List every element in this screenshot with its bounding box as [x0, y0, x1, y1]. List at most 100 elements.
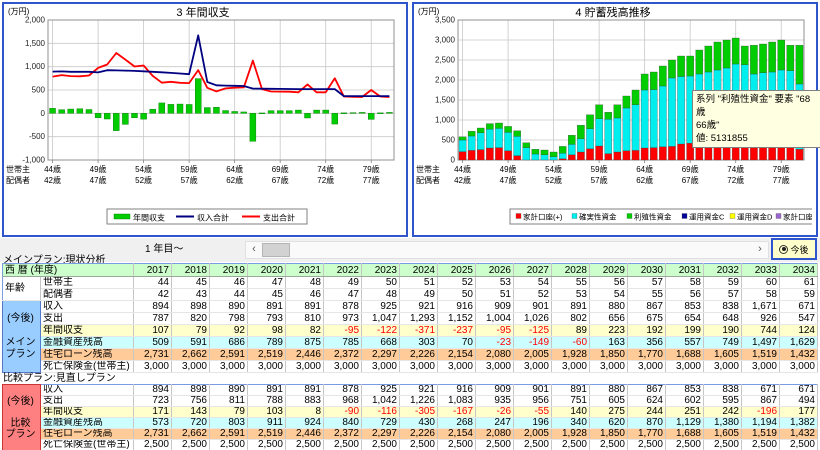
data-cell: 3,000 — [210, 361, 248, 373]
compare-plan-row: (今後) 比較 プラン収入894898890891891878925921916… — [3, 385, 818, 396]
data-cell: -167 — [438, 407, 476, 418]
data-cell: 3,000 — [666, 361, 704, 373]
data-cell: -90 — [324, 407, 362, 418]
svg-text:59歳: 59歳 — [181, 164, 198, 174]
future-radio[interactable]: 今後 — [771, 238, 817, 260]
data-cell: 901 — [514, 385, 552, 396]
svg-text:74歳: 74歳 — [727, 164, 744, 174]
data-cell: 303 — [400, 337, 438, 349]
age-row-label: 世帯主 — [41, 277, 134, 289]
annual-balance-chart[interactable]: 3 年間収支(万円)-1,000-50005001,0001,5002,0004… — [4, 4, 402, 231]
data-cell: 2,500 — [134, 440, 172, 450]
data-cell: 1,770 — [628, 429, 666, 440]
data-cell: 1,928 — [552, 349, 590, 361]
data-cell: 605 — [590, 396, 628, 407]
svg-text:42歳: 42歳 — [454, 175, 471, 185]
main-plan-row: (今後) メイン プラン収入89489889089189187892592191… — [3, 301, 818, 313]
age-cell: 44 — [210, 289, 248, 301]
row-label: 金融資産残高 — [41, 337, 134, 349]
data-cell: 891 — [552, 385, 590, 396]
data-cell: 968 — [324, 396, 362, 407]
data-cell: 2,519 — [248, 349, 286, 361]
svg-text:79歳: 79歳 — [363, 164, 380, 174]
svg-text:0: 0 — [451, 156, 456, 165]
scroll-thumb[interactable] — [262, 243, 290, 257]
data-cell: 838 — [704, 301, 742, 313]
compare-plan-row: 住宅ローン残高2,7312,6622,5912,5192,4462,3722,2… — [3, 429, 818, 440]
year-cell: 2017 — [134, 264, 172, 277]
data-cell: 1,042 — [362, 396, 400, 407]
main-plan-row: 支出7878207987938109731,0471,2931,1521,004… — [3, 313, 818, 325]
scroll-left-icon[interactable]: ‹ — [247, 242, 261, 256]
data-cell: -237 — [438, 325, 476, 337]
data-cell: 70 — [438, 337, 476, 349]
scroll-right-icon[interactable]: › — [753, 242, 767, 256]
age-cell: 59 — [780, 289, 818, 301]
chart-tooltip: 系列 "利殖性資金" 要素 "68歳 66歳" 値: 5131855 — [692, 90, 820, 148]
data-cell: -125 — [514, 325, 552, 337]
data-cell: 557 — [666, 337, 704, 349]
data-cell: 720 — [172, 418, 210, 429]
age-cell: 61 — [780, 277, 818, 289]
main-plan-row: 住宅ローン残高2,7312,6622,5912,5192,4462,3722,2… — [3, 349, 818, 361]
data-cell: 2,500 — [324, 440, 362, 450]
svg-text:2,000: 2,000 — [435, 76, 456, 85]
svg-text:1,000: 1,000 — [25, 62, 46, 71]
legend: 年間収支収入合計支出合計 — [107, 209, 307, 224]
data-cell: 2,446 — [286, 349, 324, 361]
data-cell: 2,500 — [438, 440, 476, 450]
data-cell: 1,047 — [362, 313, 400, 325]
svg-text:3,000: 3,000 — [435, 36, 456, 45]
age-cell: 54 — [590, 289, 628, 301]
data-cell: 751 — [552, 396, 590, 407]
data-cell: 3,000 — [742, 361, 780, 373]
data-cell: 268 — [438, 418, 476, 429]
svg-text:44歳: 44歳 — [454, 164, 471, 174]
svg-text:67歳: 67歳 — [272, 175, 289, 185]
data-cell: 573 — [134, 418, 172, 429]
svg-text:3,500: 3,500 — [435, 16, 456, 25]
row-label: 年間収支 — [41, 325, 134, 337]
data-cell: 171 — [134, 407, 172, 418]
data-cell: 3,000 — [704, 361, 742, 373]
data-cell: 793 — [248, 313, 286, 325]
year-cell: 2034 — [780, 264, 818, 277]
data-cell: 602 — [666, 396, 704, 407]
data-cell: 79 — [210, 407, 248, 418]
data-cell: 853 — [666, 385, 704, 396]
data-cell: 2,500 — [362, 440, 400, 450]
annual-balance-bars[interactable] — [50, 79, 393, 142]
year-cell: 2025 — [438, 264, 476, 277]
age-cell: 43 — [172, 289, 210, 301]
age-cell: 47 — [248, 277, 286, 289]
period-scrollbar[interactable]: ‹ › — [245, 241, 769, 259]
annual-balance-chart-panel: 3 年間収支(万円)-1,000-50005001,0001,5002,0004… — [2, 2, 408, 237]
compare-plan-side-label: (今後) 比較 プラン — [3, 385, 41, 450]
svg-text:62歳: 62歳 — [636, 175, 653, 185]
svg-text:4 貯蓄残高推移: 4 貯蓄残高推移 — [575, 5, 650, 19]
data-cell: 3,000 — [134, 361, 172, 373]
period-control-strip: 1 年目～ ‹ › 今後 — [0, 238, 820, 262]
svg-text:1,000: 1,000 — [435, 116, 456, 125]
data-cell: 2,731 — [134, 429, 172, 440]
data-cell: 242 — [704, 407, 742, 418]
data-cell: 891 — [286, 301, 324, 313]
svg-text:確実性資金: 確実性資金 — [579, 212, 617, 222]
svg-text:52歳: 52歳 — [135, 175, 152, 185]
data-cell: 1,928 — [552, 429, 590, 440]
data-cell: -116 — [362, 407, 400, 418]
data-cell: 898 — [172, 385, 210, 396]
svg-text:67歳: 67歳 — [682, 175, 699, 185]
app-window: 3 年間収支(万円)-1,000-50005001,0001,5002,0004… — [0, 0, 820, 450]
data-cell: 1,850 — [590, 349, 628, 361]
data-cell: 875 — [286, 337, 324, 349]
svg-text:配偶者: 配偶者 — [416, 175, 440, 185]
data-cell: 247 — [476, 418, 514, 429]
svg-text:年間収支: 年間収支 — [133, 213, 165, 223]
data-cell: 788 — [248, 396, 286, 407]
data-cell: 2,005 — [514, 349, 552, 361]
svg-text:-500: -500 — [29, 132, 46, 141]
row-label: 死亡保険金(世帯主) — [41, 361, 134, 373]
svg-text:49歳: 49歳 — [90, 164, 107, 174]
svg-text:57歳: 57歳 — [591, 175, 608, 185]
